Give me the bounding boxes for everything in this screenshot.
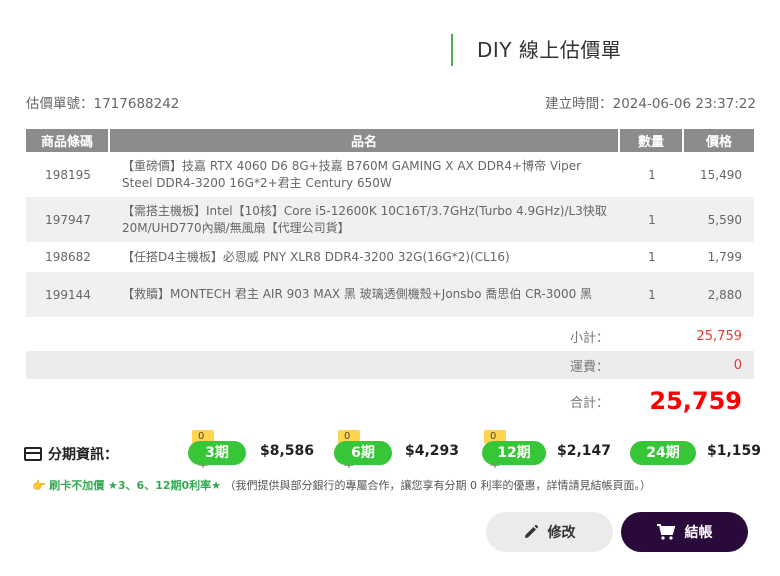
edit-button[interactable]: 修改: [486, 512, 613, 552]
header-price: 價格: [684, 129, 754, 152]
items-table: 商品條碼 品名 數量 價格 198195 【重磅價】技嘉 RTX 4060 D6…: [26, 129, 754, 317]
title-bar: DIY 線上估價單: [451, 34, 621, 66]
credit-card-icon: [24, 447, 42, 461]
row-qty: 1: [620, 242, 684, 272]
table-row: 198195 【重磅價】技嘉 RTX 4060 D6 8G+技嘉 B760M G…: [26, 152, 754, 197]
row-code: 199144: [26, 272, 110, 317]
row-name: 【任搭D4主機板】必恩威 PNY XLR8 DDR4-3200 32G(16G*…: [110, 242, 620, 272]
table-row: 197947 【需搭主機板】Intel【10核】Core i5-12600K 1…: [26, 197, 754, 242]
row-price: 5,590: [684, 197, 754, 242]
row-code: 198195: [26, 152, 110, 197]
row-qty: 1: [620, 272, 684, 317]
subtotal-value: 25,759: [696, 328, 743, 344]
table-row: 198682 【任搭D4主機板】必恩威 PNY XLR8 DDR4-3200 3…: [26, 242, 754, 272]
pencil-icon: [524, 525, 538, 538]
header-code: 商品條碼: [26, 129, 110, 152]
row-name: 【救贖】MONTECH 君主 AIR 903 MAX 黑 玻璃透側機殼+Jons…: [110, 272, 620, 317]
shipping-label: 運費：: [570, 359, 610, 375]
shipping-row: 運費： 0: [26, 351, 754, 379]
edit-label: 修改: [547, 525, 576, 541]
total-value: 25,759: [649, 387, 742, 415]
checkout-label: 結帳: [684, 525, 713, 541]
header-name: 品名: [110, 129, 620, 152]
installment-label: 分期資訊：: [24, 444, 118, 464]
quote-meta: 估價單號：1717688242 建立時間：2024-06-06 23:37:22: [26, 92, 756, 112]
subtotal-label: 小計：: [570, 330, 610, 346]
plan-amount: $1,159: [707, 443, 762, 459]
cart-icon: [656, 524, 675, 540]
note-highlight: 刷卡不加價 ★3、6、12期0利率★: [49, 479, 222, 492]
checkout-button[interactable]: 結帳: [621, 512, 748, 552]
row-name: 【重磅價】技嘉 RTX 4060 D6 8G+技嘉 B760M GAMING X…: [110, 152, 620, 197]
plan-amount: $2,147: [557, 443, 612, 459]
period-pill: 3期: [188, 441, 246, 465]
row-price: 15,490: [684, 152, 754, 197]
installment-info: 分期資訊： 0利率 3期 $8,586 0利率 6期 $4,293 0利率 12…: [24, 430, 762, 470]
period-pill: 24期: [630, 441, 696, 465]
plan-amount: $4,293: [405, 443, 460, 459]
table-header: 商品條碼 品名 數量 價格: [26, 129, 754, 152]
row-code: 197947: [26, 197, 110, 242]
row-qty: 1: [620, 152, 684, 197]
row-price: 1,799: [684, 242, 754, 272]
note-text: （我們提供與部分銀行的專屬合作，讓您享有分期 0 利率的優惠，詳情請見結帳頁面。…: [224, 479, 652, 492]
plan-amount: $8,586: [260, 443, 315, 459]
header-qty: 數量: [620, 129, 684, 152]
row-name: 【需搭主機板】Intel【10核】Core i5-12600K 10C16T/3…: [110, 197, 620, 242]
pointing-hand-icon: 👉: [32, 479, 46, 492]
total-row: 合計： 25,759: [26, 379, 754, 423]
table-row: 199144 【救贖】MONTECH 君主 AIR 903 MAX 黑 玻璃透側…: [26, 272, 754, 317]
subtotal-row: 小計： 25,759: [26, 321, 754, 351]
summary-block: 小計： 25,759 運費： 0 合計： 25,759: [26, 321, 754, 423]
period-pill: 6期: [334, 441, 392, 465]
row-code: 198682: [26, 242, 110, 272]
page-title: DIY 線上估價單: [477, 38, 622, 62]
row-qty: 1: [620, 197, 684, 242]
quote-number: 估價單號：1717688242: [26, 96, 180, 112]
shipping-value: 0: [733, 357, 742, 373]
period-pill: 12期: [482, 441, 546, 465]
row-price: 2,880: [684, 272, 754, 317]
installment-label-text: 分期資訊：: [48, 447, 118, 463]
created-time: 建立時間：2024-06-06 23:37:22: [545, 96, 756, 112]
installment-note: 👉 刷卡不加價 ★3、6、12期0利率★ （我們提供與部分銀行的專屬合作，讓您享…: [32, 477, 651, 493]
total-label: 合計：: [570, 395, 610, 411]
